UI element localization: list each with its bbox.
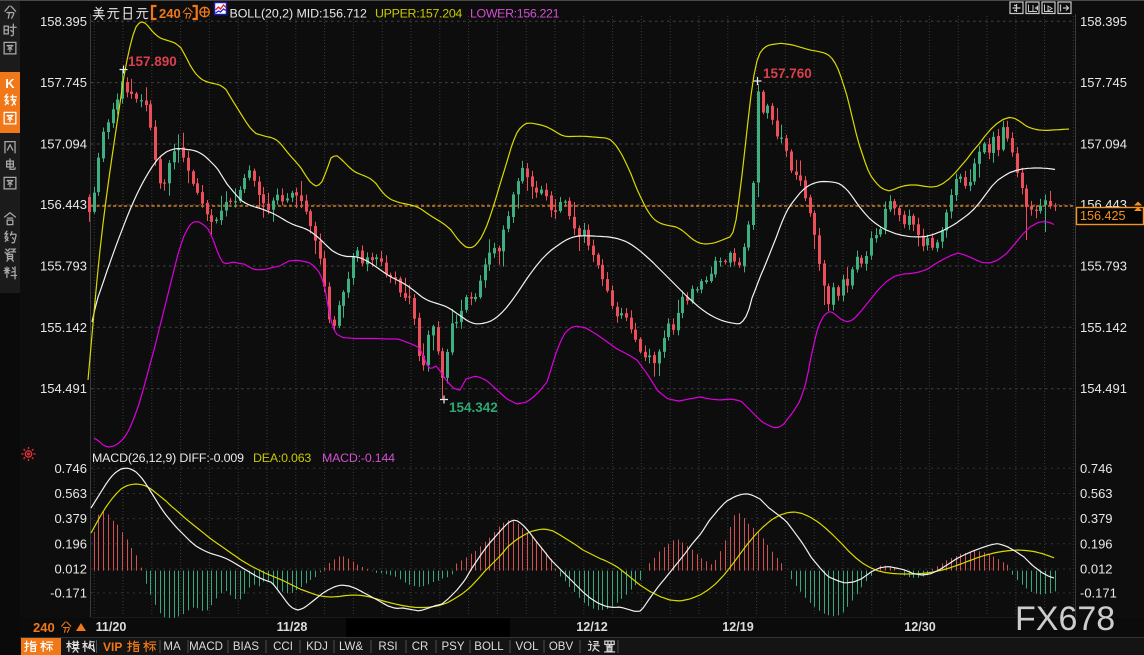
svg-text:BOLL(20,2) MID:156.712: BOLL(20,2) MID:156.712 — [230, 7, 367, 21]
svg-text:0.563: 0.563 — [1080, 486, 1113, 501]
svg-text:LOWER:156.221: LOWER:156.221 — [470, 7, 560, 21]
svg-text:BOLL: BOLL — [474, 641, 504, 653]
svg-text:DEA:0.063: DEA:0.063 — [253, 451, 311, 465]
svg-text:157.094: 157.094 — [1080, 137, 1127, 152]
svg-text:0.379: 0.379 — [54, 511, 87, 526]
svg-text:154.491: 154.491 — [1080, 381, 1127, 396]
svg-text:CCI: CCI — [273, 641, 293, 653]
svg-text:-0.171: -0.171 — [1080, 585, 1117, 600]
svg-text:BIAS: BIAS — [233, 641, 260, 653]
svg-text:OBV: OBV — [549, 641, 574, 653]
svg-text:0.196: 0.196 — [1080, 536, 1113, 551]
svg-text:UPPER:157.204: UPPER:157.204 — [375, 7, 462, 21]
svg-text:K: K — [5, 76, 15, 91]
svg-text:CR: CR — [412, 641, 429, 653]
svg-text:FX678: FX678 — [1015, 600, 1115, 638]
svg-text:RSI: RSI — [378, 641, 397, 653]
svg-text:MA: MA — [163, 641, 181, 653]
svg-text:-0.171: -0.171 — [50, 585, 87, 600]
svg-text:154.342: 154.342 — [449, 400, 498, 415]
svg-text:155.793: 155.793 — [40, 259, 87, 274]
svg-text:157.890: 157.890 — [128, 54, 177, 69]
svg-text:155.793: 155.793 — [1080, 259, 1127, 274]
svg-text:157.745: 157.745 — [1080, 75, 1127, 90]
svg-text:157.094: 157.094 — [40, 137, 87, 152]
svg-text:156.443: 156.443 — [40, 197, 87, 212]
svg-text:PSY: PSY — [441, 641, 464, 653]
svg-text:155.142: 155.142 — [1080, 320, 1127, 335]
svg-text:MACD: MACD — [189, 641, 223, 653]
svg-text:240: 240 — [33, 620, 55, 635]
svg-text:0.563: 0.563 — [54, 486, 87, 501]
svg-text:155.142: 155.142 — [40, 320, 87, 335]
svg-text:LW&: LW& — [339, 641, 363, 653]
svg-text:11/20: 11/20 — [96, 620, 127, 634]
svg-text:157.745: 157.745 — [40, 75, 87, 90]
svg-text:KDJ: KDJ — [306, 641, 328, 653]
svg-text:VIP: VIP — [103, 640, 122, 654]
svg-text:11/28: 11/28 — [277, 620, 308, 634]
svg-text:154.491: 154.491 — [40, 381, 87, 396]
svg-text:0.746: 0.746 — [54, 461, 87, 476]
svg-text:MACD(26,12,9) DIFF:-0.009: MACD(26,12,9) DIFF:-0.009 — [92, 451, 244, 465]
svg-text:158.395: 158.395 — [40, 14, 87, 29]
svg-text:157.760: 157.760 — [763, 66, 812, 81]
svg-text:0.746: 0.746 — [1080, 461, 1113, 476]
svg-text:240: 240 — [159, 6, 181, 21]
svg-text:156.425: 156.425 — [1080, 209, 1126, 223]
svg-text:MACD:-0.144: MACD:-0.144 — [322, 451, 395, 465]
svg-text:0.012: 0.012 — [1080, 562, 1113, 577]
svg-text:0.379: 0.379 — [1080, 511, 1113, 526]
svg-text:0.196: 0.196 — [54, 536, 87, 551]
svg-text:12/30: 12/30 — [904, 620, 936, 634]
svg-text:VOL: VOL — [515, 641, 539, 653]
svg-text:158.395: 158.395 — [1080, 14, 1127, 29]
svg-text:0.012: 0.012 — [54, 562, 87, 577]
svg-text:12/12: 12/12 — [576, 620, 608, 634]
svg-text:12/19: 12/19 — [722, 620, 754, 634]
